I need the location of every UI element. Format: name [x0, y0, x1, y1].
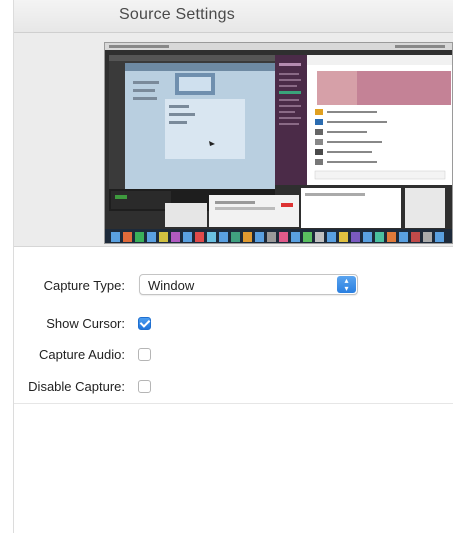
capture-audio-row: Capture Audio:	[0, 343, 131, 365]
capture-type-select[interactable]: Window ▴ ▾	[139, 274, 358, 295]
section-header: Source Settings	[14, 0, 453, 33]
show-cursor-checkbox[interactable]	[138, 317, 151, 330]
capture-type-row: Capture Type:	[0, 274, 131, 296]
select-stepper-icon: ▴ ▾	[337, 276, 356, 293]
show-cursor-label: Show Cursor:	[46, 315, 125, 331]
window-preview-thumbnail	[104, 42, 453, 244]
disable-capture-row: Disable Capture:	[0, 375, 131, 397]
disable-capture-checkbox[interactable]	[138, 380, 151, 393]
capture-type-value: Window	[148, 278, 195, 293]
show-cursor-row: Show Cursor:	[0, 312, 131, 334]
preview-image	[105, 43, 452, 243]
capture-audio-label: Capture Audio:	[38, 346, 125, 362]
capture-audio-checkbox[interactable]	[138, 348, 151, 361]
capture-type-label: Capture Type:	[43, 277, 125, 293]
disable-capture-label: Disable Capture:	[28, 378, 125, 394]
form-divider	[14, 403, 453, 404]
section-title: Source Settings	[119, 6, 235, 23]
preview-area	[14, 33, 453, 247]
